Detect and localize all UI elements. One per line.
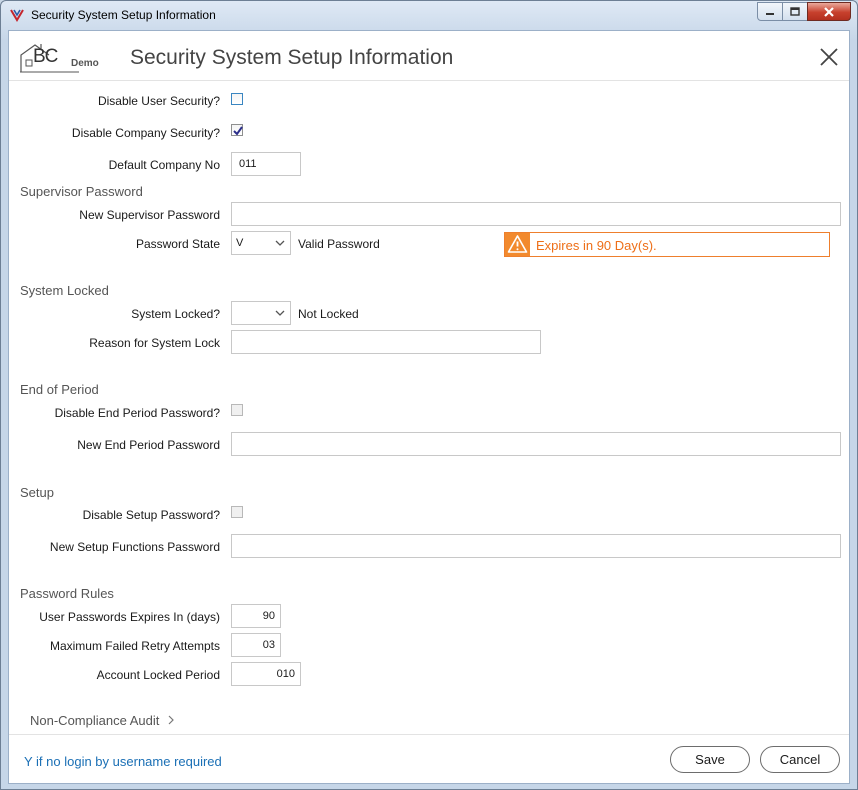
max-retry-input[interactable]: 03 xyxy=(231,633,281,657)
page-title: Security System Setup Information xyxy=(130,46,454,69)
warning-icon xyxy=(507,235,528,253)
expiry-warning-banner: Expires in 90 Day(s). xyxy=(504,232,830,257)
password-state-select[interactable]: V xyxy=(231,231,291,255)
system-locked-status: Not Locked xyxy=(298,307,359,321)
cancel-button[interactable]: Cancel xyxy=(760,746,840,773)
window-controls xyxy=(757,2,851,22)
reason-system-lock-input[interactable] xyxy=(231,330,541,354)
password-rules-section-title: Password Rules xyxy=(20,586,114,601)
logo-text: BC xyxy=(33,46,58,67)
password-state-status: Valid Password xyxy=(298,237,380,251)
password-state-value: V xyxy=(236,237,244,249)
new-end-period-password-label: New End Period Password xyxy=(77,438,220,452)
new-end-period-password-input[interactable] xyxy=(231,432,841,456)
logo-subtext: Demo xyxy=(71,58,99,69)
check-icon xyxy=(233,126,243,136)
dialog-footer: Y if no login by username required Save … xyxy=(9,734,849,784)
title-bar[interactable]: Security System Setup Information xyxy=(1,1,857,29)
disable-company-security-checkbox[interactable] xyxy=(231,124,243,136)
system-locked-label: System Locked? xyxy=(131,307,220,321)
account-locked-period-input[interactable]: 010 xyxy=(231,662,301,686)
password-expires-input[interactable]: 90 xyxy=(231,604,281,628)
disable-company-security-label: Disable Company Security? xyxy=(71,126,220,140)
window-title: Security System Setup Information xyxy=(31,8,216,22)
new-supervisor-password-input[interactable] xyxy=(231,202,841,226)
default-company-input[interactable]: 011 xyxy=(231,152,301,176)
app-window: Security System Setup Information BC Dem… xyxy=(0,0,858,790)
supervisor-section-title: Supervisor Password xyxy=(20,184,143,199)
account-locked-period-label: Account Locked Period xyxy=(96,668,220,682)
disable-end-period-label: Disable End Period Password? xyxy=(54,406,220,420)
dialog-header: BC Demo Security System Setup Informatio… xyxy=(9,31,849,81)
maximize-icon xyxy=(790,6,800,16)
minimize-icon xyxy=(766,12,774,15)
close-icon xyxy=(824,6,834,17)
disable-setup-password-checkbox[interactable] xyxy=(231,506,243,518)
setup-section-title: Setup xyxy=(20,485,54,500)
reason-system-lock-label: Reason for System Lock xyxy=(89,336,220,350)
password-expires-label: User Passwords Expires In (days) xyxy=(39,610,220,624)
disable-end-period-checkbox[interactable] xyxy=(231,404,243,416)
end-period-section-title: End of Period xyxy=(20,382,99,397)
new-setup-password-label: New Setup Functions Password xyxy=(49,540,220,554)
disable-user-security-label: Disable User Security? xyxy=(97,94,220,108)
login-hint-text: Y if no login by username required xyxy=(24,754,222,769)
app-logo-icon xyxy=(10,9,24,22)
disable-setup-password-label: Disable Setup Password? xyxy=(82,508,220,522)
non-compliance-audit-link[interactable]: Non-Compliance Audit xyxy=(30,713,175,728)
password-state-label: Password State xyxy=(135,237,220,251)
chevron-down-icon xyxy=(275,310,285,316)
new-setup-password-input[interactable] xyxy=(231,534,841,558)
maximize-button[interactable] xyxy=(782,2,808,21)
max-retry-label: Maximum Failed Retry Attempts xyxy=(49,639,220,653)
disable-user-security-checkbox[interactable] xyxy=(231,93,243,105)
system-locked-section-title: System Locked xyxy=(20,283,109,298)
alert-icon-box xyxy=(505,233,530,256)
dialog-close-icon[interactable] xyxy=(819,47,839,67)
system-locked-select[interactable] xyxy=(231,301,291,325)
minimize-button[interactable] xyxy=(757,2,783,21)
dialog-body: BC Demo Security System Setup Informatio… xyxy=(8,30,850,784)
window-close-button[interactable] xyxy=(807,2,851,21)
chevron-right-icon xyxy=(168,715,174,725)
new-supervisor-password-label: New Supervisor Password xyxy=(79,208,220,222)
save-button[interactable]: Save xyxy=(670,746,750,773)
non-compliance-audit-label: Non-Compliance Audit xyxy=(30,713,160,728)
chevron-down-icon xyxy=(275,240,285,246)
default-company-label: Default Company No xyxy=(108,158,220,172)
expiry-warning-text: Expires in 90 Day(s). xyxy=(536,238,657,253)
